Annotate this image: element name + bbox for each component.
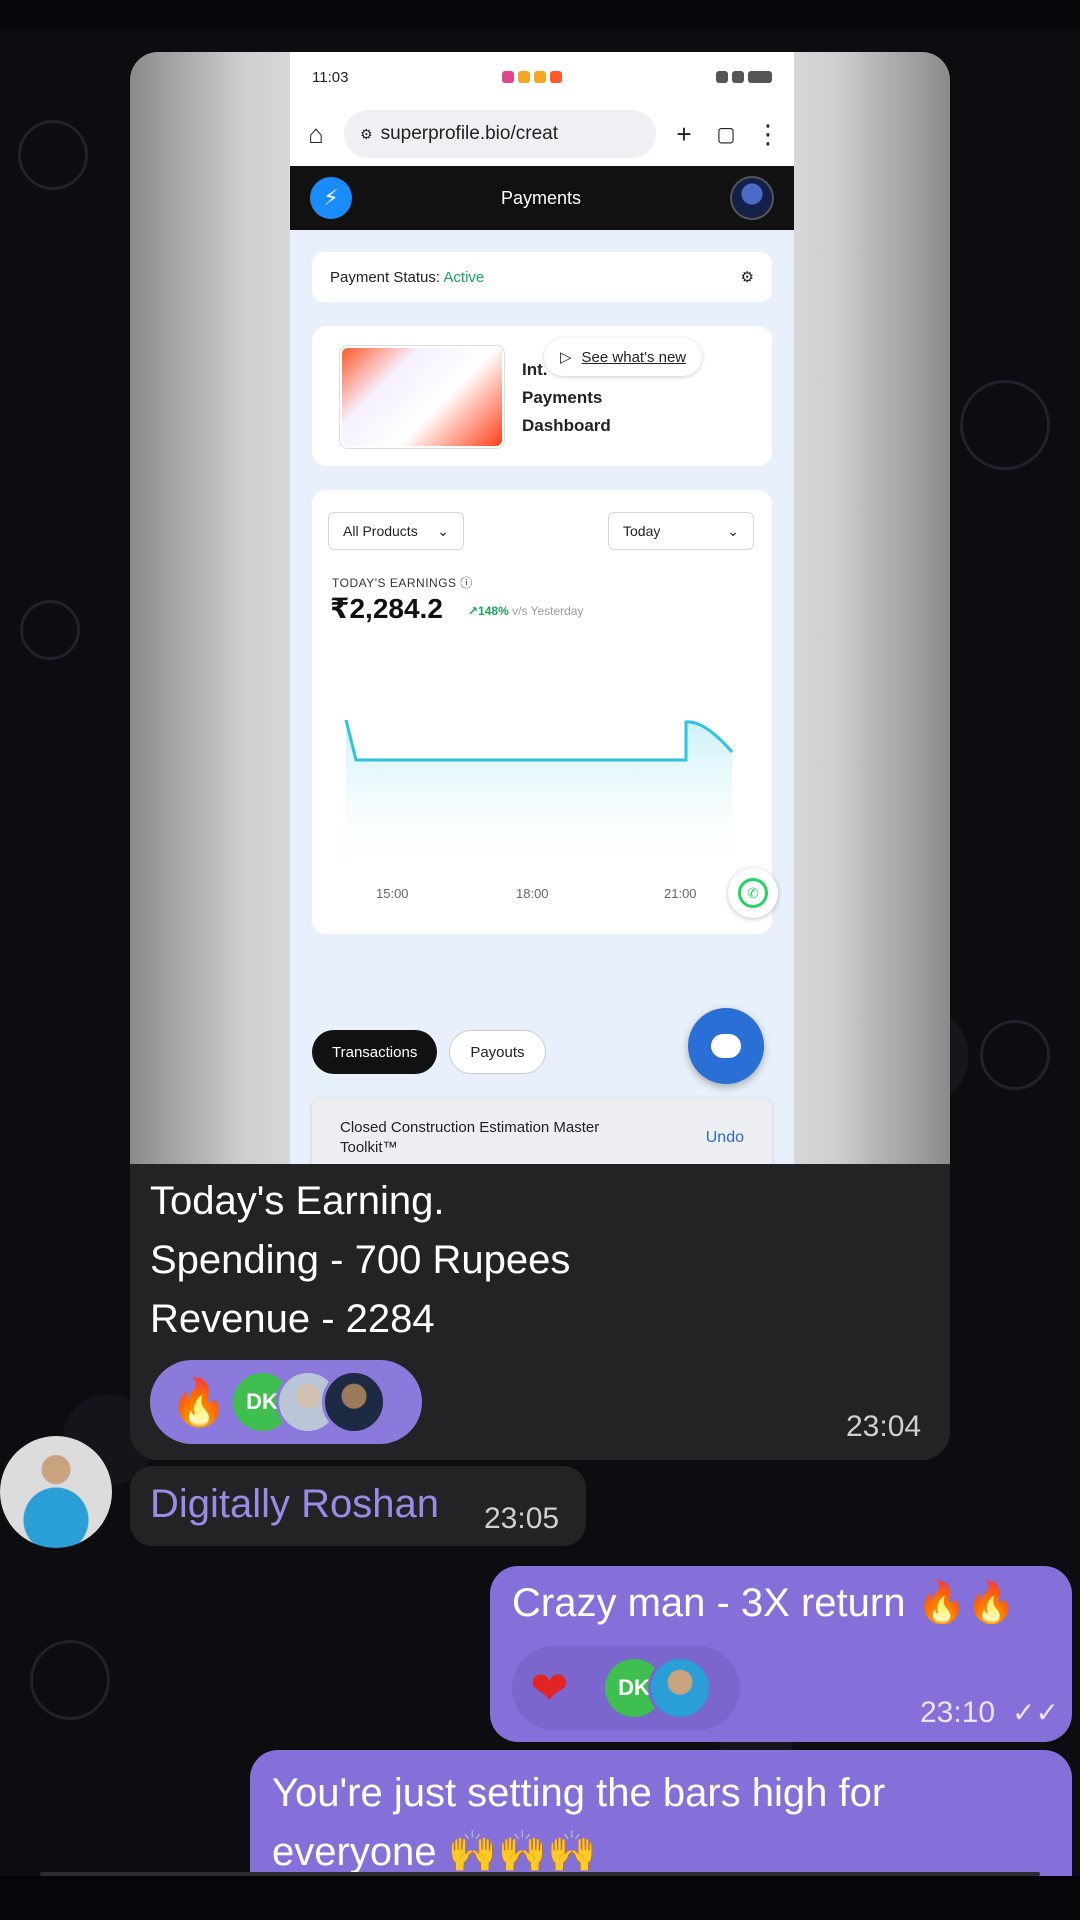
toast-undo-button: Undo: [705, 1129, 744, 1146]
caption-line: Revenue - 2284: [150, 1297, 435, 1341]
input-divider: [40, 1872, 1040, 1876]
wallpaper-doodle: [20, 600, 80, 660]
battery-icon: [748, 71, 772, 83]
notification-icon: [502, 71, 515, 83]
promo-thumbnail: [340, 346, 504, 448]
app-header: ⚡ Payments: [290, 166, 794, 230]
promo-line: Payments: [522, 388, 603, 407]
menu-icon: ⋮: [755, 118, 781, 149]
fire-reaction-icon: 🔥: [170, 1375, 228, 1428]
site-settings-icon: ⚙: [360, 125, 373, 142]
tab-payouts: Payouts: [449, 1030, 546, 1074]
payment-status-value: Active: [443, 268, 485, 286]
app-body: Payment Status: Active ⚙ Int. Payments D…: [290, 230, 794, 1164]
earnings-change-text: v/s Yesterday: [512, 604, 584, 618]
reactions-pill[interactable]: 🔥 DK: [150, 1360, 422, 1444]
wallpaper-doodle: [30, 1640, 110, 1720]
wallpaper-doodle: [960, 380, 1050, 470]
promo-card: Int. Payments Dashboard ▷ See what's new: [312, 326, 772, 466]
earnings-chart: [344, 719, 734, 880]
sender-name-bubble[interactable]: Digitally Roshan 23:05: [130, 1466, 586, 1546]
message-line: You're just setting the bars high for: [272, 1771, 886, 1815]
payment-status: Payment Status: Active: [330, 269, 484, 286]
whatsapp-button: ✆: [728, 868, 778, 918]
tab-transactions: Transactions: [312, 1030, 438, 1074]
profile-avatar: [729, 176, 774, 220]
notification-icon: [534, 71, 547, 83]
chart-xtick: 21:00: [664, 886, 697, 901]
promo-line: Dashboard: [522, 416, 611, 435]
wallpaper-doodle: [980, 1020, 1050, 1090]
phone-screenshot: 11:03 ⌂ ⚙ superprofile.bio/creat + ▢ ⋮ ⚡…: [290, 52, 794, 1164]
notification-icon: [518, 71, 531, 83]
see-whats-new-button: ▷ See what's new: [544, 338, 703, 376]
double-check-icon: ✓✓: [1012, 1697, 1059, 1728]
url-text: superprofile.bio/creat: [380, 123, 558, 144]
caption-line: Spending - 700 Rupees: [150, 1238, 571, 1282]
caption-line: Today's Earning.: [150, 1179, 445, 1223]
message-text: Crazy man - 3X return 🔥🔥: [512, 1581, 1017, 1625]
browser-url-bar: ⌂ ⚙ superprofile.bio/creat + ▢ ⋮: [290, 102, 794, 166]
bottom-strip: [0, 1876, 1080, 1920]
message-time: 23:10: [920, 1696, 996, 1729]
settings-icon: ⚙: [740, 269, 754, 286]
new-tab-icon: +: [676, 118, 692, 149]
app-title: Payments: [500, 187, 582, 208]
outgoing-message-bubble[interactable]: Crazy man - 3X return 🔥🔥 ❤ DK 23:10 ✓✓: [490, 1566, 1072, 1742]
toast-text: Closed Construction Estimation Master To…: [340, 1119, 600, 1156]
status-time: 11:03: [312, 68, 349, 86]
chevron-down-icon: ⌄: [727, 522, 739, 539]
top-status-strip: [0, 0, 1080, 30]
products-dropdown: All Products ⌄: [328, 512, 464, 550]
earnings-change-pct: ↗148%: [468, 604, 509, 618]
chart-xtick: 15:00: [376, 886, 409, 901]
transactions-tabs: Transactions Payouts: [312, 1030, 546, 1074]
signal-icon: [716, 71, 728, 83]
chart-line: [344, 719, 734, 762]
wallpaper-doodle: [18, 120, 88, 190]
message-time: 23:04: [846, 1410, 922, 1443]
payment-status-label: Payment Status:: [330, 268, 441, 286]
sender-name[interactable]: Digitally Roshan: [150, 1482, 439, 1527]
toast-notification: Closed Construction Estimation Master To…: [312, 1098, 772, 1164]
phone-status-bar: 11:03: [290, 52, 794, 102]
media-caption: Today's Earning. Spending - 700 Rupees R…: [150, 1172, 570, 1349]
period-dropdown-label: Today: [623, 523, 661, 539]
message-time: 23:05: [484, 1502, 560, 1535]
app-logo-icon: ⚡: [310, 177, 352, 219]
sender-avatar[interactable]: [0, 1436, 112, 1548]
media-message-bubble[interactable]: 11:03 ⌂ ⚙ superprofile.bio/creat + ▢ ⋮ ⚡…: [130, 52, 950, 1460]
info-icon: ⓘ: [460, 576, 473, 590]
notification-icon: [550, 71, 563, 83]
chart-area: [346, 720, 732, 880]
period-dropdown: Today ⌄: [608, 512, 754, 550]
signal-battery-icons: [716, 71, 772, 83]
reactor-avatar: [648, 1656, 712, 1720]
earnings-value: ₹2,284.2: [330, 593, 443, 624]
products-dropdown-label: All Products: [343, 523, 418, 539]
reactions-pill[interactable]: ❤ DK: [512, 1646, 740, 1730]
screenshot-image[interactable]: 11:03 ⌂ ⚙ superprofile.bio/creat + ▢ ⋮ ⚡…: [130, 52, 950, 1164]
tabs-icon: ▢: [716, 123, 736, 146]
message-text: You're just setting the bars high for ev…: [272, 1764, 885, 1882]
reactor-avatar: [322, 1370, 386, 1434]
status-icons: [502, 71, 563, 83]
chat-fab-button: [688, 1008, 764, 1084]
chat-bubble-icon: [711, 1034, 741, 1058]
earnings-change: ↗148% v/s Yesterday: [468, 604, 583, 618]
earnings-label-text: TODAY'S EARNINGS: [332, 576, 457, 590]
earnings-label: TODAY'S EARNINGS ⓘ: [332, 574, 473, 591]
chart-xtick: 18:00: [516, 886, 549, 901]
url-field: ⚙ superprofile.bio/creat: [344, 110, 656, 158]
earnings-card: All Products ⌄ Today ⌄ TODAY'S EARNINGS …: [312, 490, 778, 934]
chevron-down-icon: ⌄: [437, 522, 449, 539]
heart-reaction-icon: ❤: [530, 1662, 569, 1714]
play-icon: ▷: [560, 349, 572, 366]
payment-status-card: Payment Status: Active ⚙: [312, 252, 772, 302]
see-whats-new-label: See what's new: [581, 348, 687, 366]
home-icon: ⌂: [308, 118, 324, 149]
whatsapp-icon: ✆: [738, 878, 768, 908]
wifi-icon: [732, 71, 744, 83]
